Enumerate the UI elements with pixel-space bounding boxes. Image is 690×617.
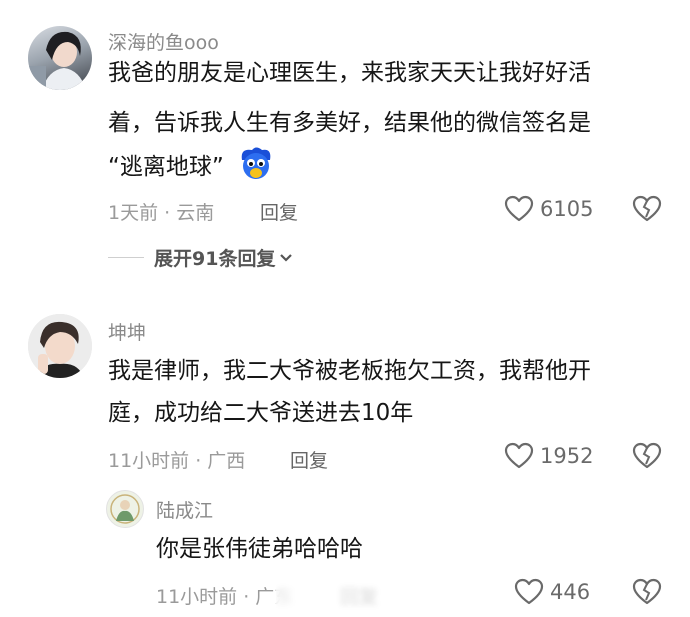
dislike-button[interactable]: [632, 442, 662, 474]
comment-username[interactable]: 深海的鱼ooo: [108, 28, 219, 55]
dislike-button[interactable]: [632, 578, 662, 610]
like-button[interactable]: 1952: [504, 442, 593, 470]
avatar-image: [28, 31, 86, 90]
reply-button[interactable]: 回复: [260, 198, 298, 225]
like-button[interactable]: 6105: [504, 195, 593, 223]
reply-time-location: 11小时前 · 广东: [156, 586, 294, 608]
expand-replies-label: 展开91条回复: [154, 248, 276, 270]
blue-face-emoji-icon: [238, 146, 274, 186]
broken-heart-icon: [632, 195, 662, 222]
comment-text-line: 我是律师，我二大爷被老板拖欠工资，我帮他开: [108, 358, 591, 384]
comment-time-location: 1天前 · 云南: [108, 202, 215, 224]
comment-text-line: 着，告诉我人生有多美好，结果他的微信签名是: [108, 110, 591, 136]
like-count: 1952: [540, 444, 594, 468]
reply-username[interactable]: 陆成江: [156, 496, 213, 523]
like-count: 446: [550, 580, 591, 604]
heart-icon: [504, 442, 534, 469]
avatar-image: [28, 314, 92, 378]
heart-icon: [504, 195, 534, 222]
broken-heart-icon: [632, 578, 662, 605]
heart-icon: [514, 578, 544, 605]
comment-time-location: 11小时前 · 广西: [108, 450, 246, 472]
divider: [108, 257, 144, 258]
like-count: 6105: [540, 197, 594, 221]
avatar[interactable]: [28, 26, 92, 90]
comment-text-line: “逃离地球”: [108, 154, 224, 180]
comment-text-line: 我爸的朋友是心理医生，来我家天天让我好好活: [108, 60, 591, 86]
broken-heart-icon: [632, 442, 662, 469]
reply-button[interactable]: 回复: [290, 446, 328, 473]
comment-username[interactable]: 坤坤: [108, 318, 146, 345]
reply-text: 你是张伟徒弟哈哈哈: [156, 536, 363, 562]
expand-replies-button[interactable]: 展开91条回复: [108, 244, 293, 271]
comment-text-line: 庭，成功给二大爷送进去10年: [108, 400, 414, 426]
avatar-image: [110, 494, 140, 524]
dislike-button[interactable]: [632, 195, 662, 227]
blur-overlay: [276, 576, 406, 610]
like-button[interactable]: 446: [514, 578, 590, 606]
avatar[interactable]: [28, 314, 92, 378]
chevron-down-icon: [280, 253, 293, 262]
avatar[interactable]: [106, 490, 144, 528]
